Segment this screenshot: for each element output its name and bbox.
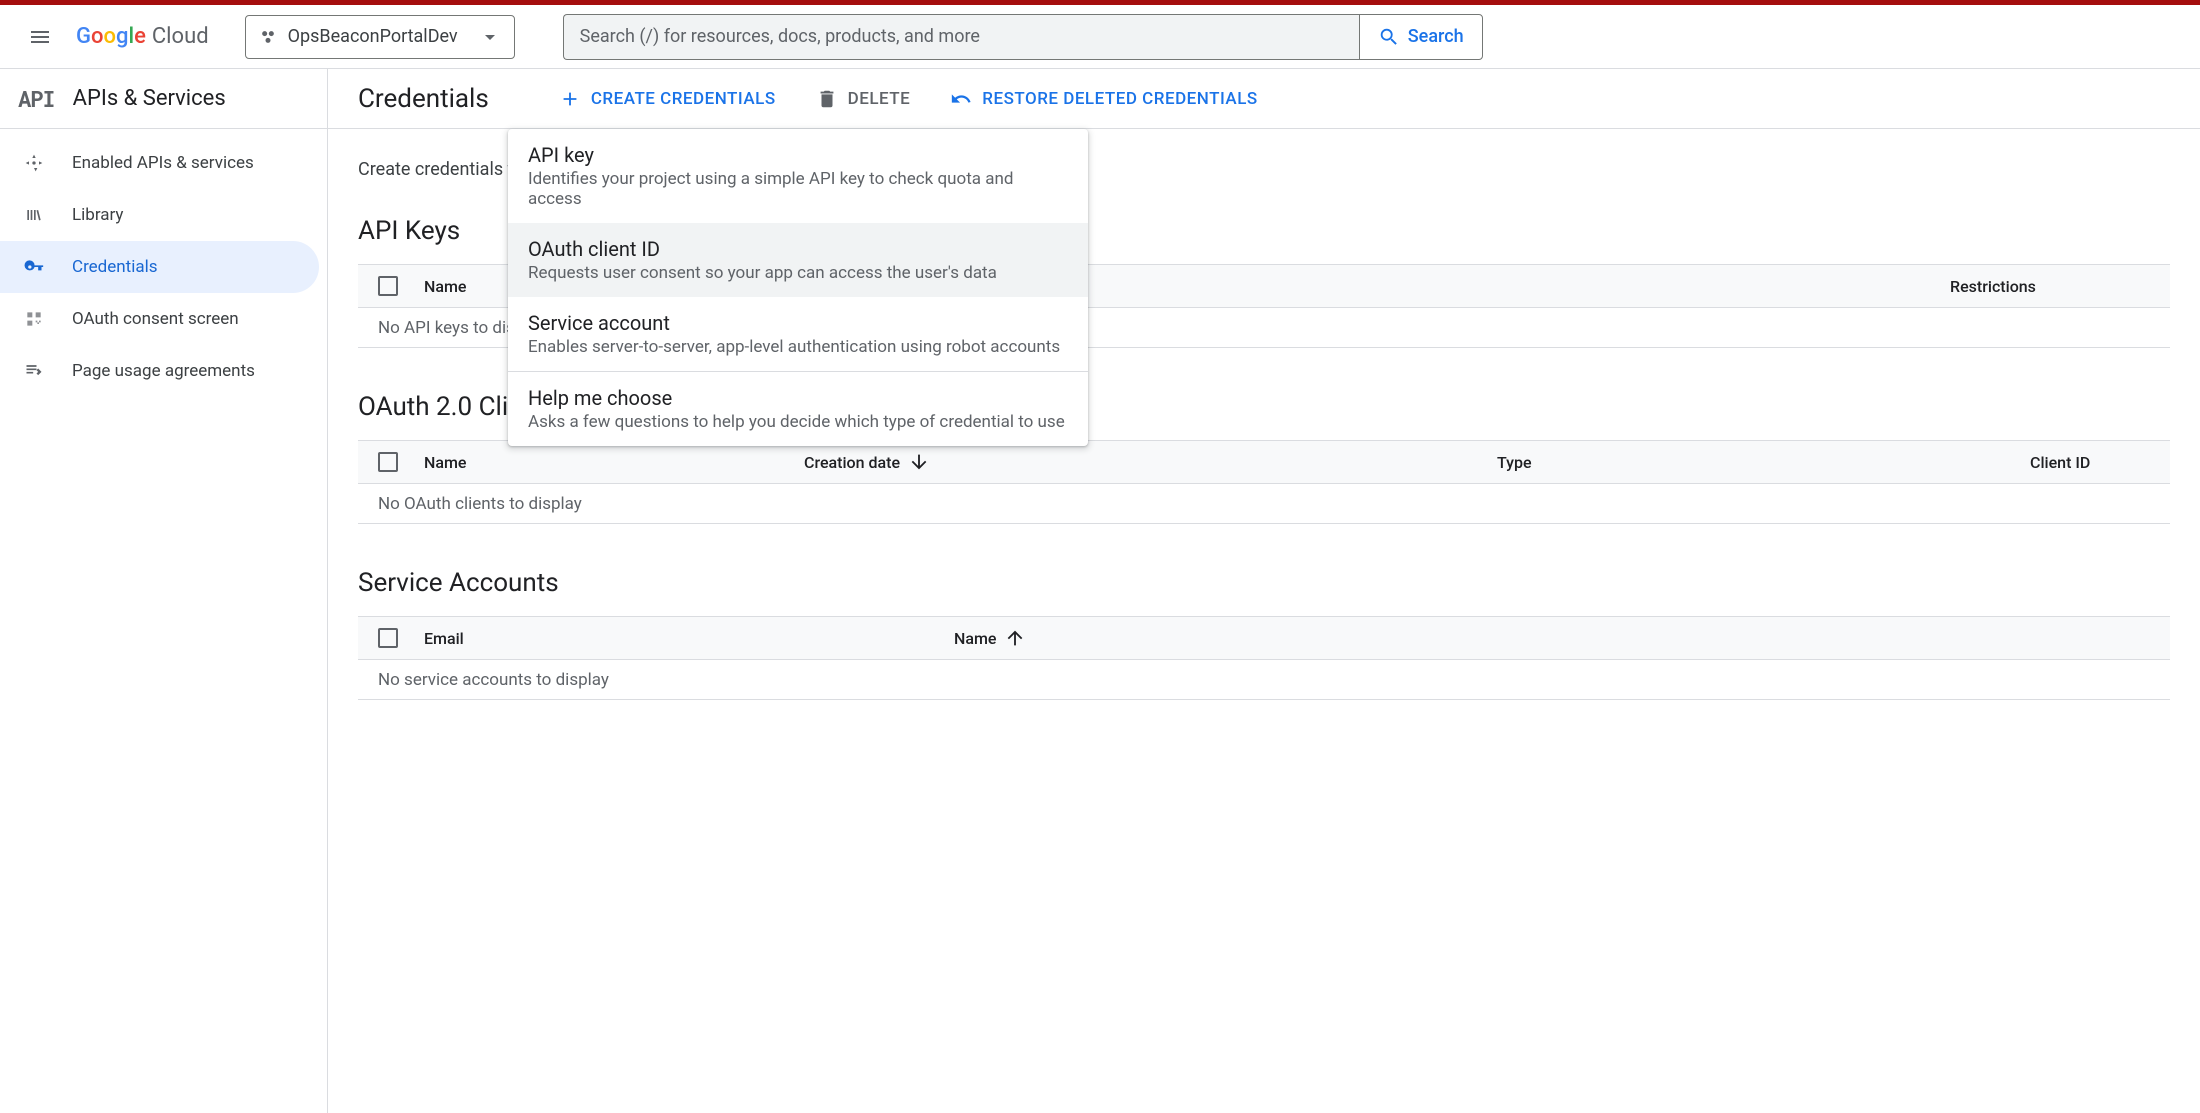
google-cloud-logo[interactable]: Google Cloud — [76, 24, 209, 49]
col-email[interactable]: Email — [424, 629, 954, 648]
page-usage-icon — [24, 361, 44, 381]
sidebar-item-oauth-consent[interactable]: OAuth consent screen — [0, 293, 319, 345]
search-button-label: Search — [1408, 26, 1464, 47]
sidebar-item-credentials[interactable]: Credentials — [0, 241, 319, 293]
google-wordmark: Google — [76, 24, 146, 49]
project-selector[interactable]: OpsBeaconPortalDev — [245, 15, 515, 59]
arrow-up-icon — [1004, 627, 1026, 649]
search-container: Search (/) for resources, docs, products… — [563, 14, 1483, 60]
page-title: Credentials — [358, 84, 489, 114]
dropdown-item-title: Help me choose — [528, 386, 1068, 410]
oauth-clients-empty: No OAuth clients to display — [358, 484, 2170, 524]
sidebar-header: API APIs & Services — [0, 69, 327, 129]
hamburger-icon — [28, 25, 52, 49]
service-accounts-table-header: Email Name — [358, 616, 2170, 660]
sidebar: API APIs & Services Enabled APIs & servi… — [0, 69, 328, 1113]
dropdown-item-desc: Asks a few questions to help you decide … — [528, 412, 1068, 432]
trash-icon — [816, 88, 838, 110]
sidebar-nav: Enabled APIs & services Library Credenti… — [0, 129, 327, 397]
enabled-apis-icon — [24, 153, 44, 173]
col-name[interactable]: Name — [954, 627, 1154, 649]
dropdown-item-help-me-choose[interactable]: Help me choose Asks a few questions to h… — [508, 372, 1088, 446]
sidebar-item-page-usage[interactable]: Page usage agreements — [0, 345, 319, 397]
dropdown-item-title: Service account — [528, 311, 1068, 335]
service-accounts-heading: Service Accounts — [358, 568, 2170, 598]
plus-icon — [559, 88, 581, 110]
dropdown-item-desc: Enables server-to-server, app-level auth… — [528, 337, 1068, 357]
select-all-checkbox[interactable] — [378, 452, 398, 472]
toolbar: Credentials CREATE CREDENTIALS DELETE RE… — [328, 69, 2200, 129]
dropdown-item-oauth-client-id[interactable]: OAuth client ID Requests user consent so… — [508, 223, 1088, 297]
main-content: Credentials CREATE CREDENTIALS DELETE RE… — [328, 69, 2200, 1113]
select-all-checkbox[interactable] — [378, 628, 398, 648]
col-type[interactable]: Type — [1497, 453, 1697, 472]
sidebar-title: APIs & Services — [73, 86, 226, 111]
api-glyph-icon: API — [18, 84, 55, 113]
delete-button[interactable]: DELETE — [816, 88, 911, 110]
sidebar-item-enabled-apis[interactable]: Enabled APIs & services — [0, 137, 319, 189]
search-input[interactable]: Search (/) for resources, docs, products… — [563, 14, 1359, 60]
restore-icon — [950, 88, 972, 110]
col-restrictions[interactable]: Restrictions — [1950, 277, 2150, 296]
select-all-checkbox[interactable] — [378, 276, 398, 296]
header: Google Cloud OpsBeaconPortalDev Search (… — [0, 5, 2200, 69]
create-credentials-dropdown: API key Identifies your project using a … — [508, 129, 1088, 446]
sidebar-item-label: Page usage agreements — [72, 361, 255, 381]
chevron-down-icon — [478, 25, 502, 49]
cloud-wordmark: Cloud — [152, 24, 209, 49]
sidebar-item-label: Enabled APIs & services — [72, 153, 254, 173]
sidebar-item-library[interactable]: Library — [0, 189, 319, 241]
col-name[interactable]: Name — [424, 453, 804, 472]
delete-label: DELETE — [848, 89, 911, 109]
restore-button[interactable]: RESTORE DELETED CREDENTIALS — [950, 88, 1257, 110]
dropdown-item-service-account[interactable]: Service account Enables server-to-server… — [508, 297, 1088, 371]
library-icon — [24, 205, 44, 225]
consent-screen-icon — [24, 309, 44, 329]
oauth-clients-table-header: Name Creation date Type Client ID — [358, 440, 2170, 484]
restore-label: RESTORE DELETED CREDENTIALS — [982, 89, 1257, 109]
dropdown-item-title: API key — [528, 143, 1068, 167]
dropdown-item-api-key[interactable]: API key Identifies your project using a … — [508, 129, 1088, 223]
arrow-down-icon — [908, 451, 930, 473]
layout: API APIs & Services Enabled APIs & servi… — [0, 69, 2200, 1113]
dropdown-item-desc: Requests user consent so your app can ac… — [528, 263, 1068, 283]
sidebar-item-label: Library — [72, 205, 123, 225]
project-hex-icon — [258, 27, 278, 47]
key-icon — [24, 257, 44, 277]
sidebar-item-label: Credentials — [72, 257, 158, 277]
search-icon — [1378, 26, 1400, 48]
create-credentials-button[interactable]: CREATE CREDENTIALS — [559, 88, 776, 110]
service-accounts-section: Service Accounts Email Name No service a… — [358, 568, 2170, 700]
dropdown-item-desc: Identifies your project using a simple A… — [528, 169, 1068, 209]
hamburger-menu-button[interactable] — [16, 13, 64, 61]
sidebar-item-label: OAuth consent screen — [72, 309, 239, 329]
col-client-id[interactable]: Client ID — [2030, 453, 2150, 472]
col-creation-date[interactable]: Creation date — [804, 451, 1164, 473]
search-placeholder: Search (/) for resources, docs, products… — [580, 26, 980, 47]
project-name-label: OpsBeaconPortalDev — [288, 26, 458, 47]
create-credentials-label: CREATE CREDENTIALS — [591, 89, 776, 109]
search-button[interactable]: Search — [1359, 14, 1483, 60]
service-accounts-empty: No service accounts to display — [358, 660, 2170, 700]
dropdown-item-title: OAuth client ID — [528, 237, 1068, 261]
